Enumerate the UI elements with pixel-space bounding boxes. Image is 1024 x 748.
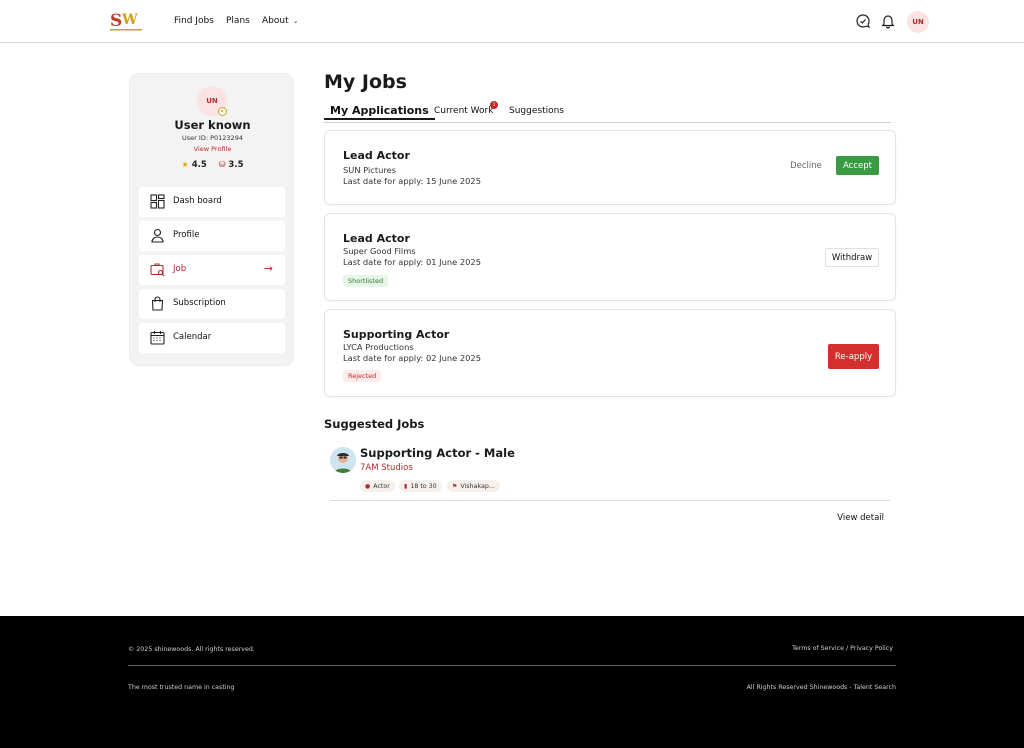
sidebar-item-subscription[interactable]: Subscription: [139, 289, 285, 319]
svg-text:S: S: [110, 11, 122, 31]
score-value: 3.5: [228, 160, 244, 170]
star-icon: ★: [181, 160, 189, 169]
accept-button[interactable]: Accept: [836, 156, 879, 175]
application-card: Lead Actor SUN Pictures Last date for ap…: [324, 130, 896, 205]
svg-text:W: W: [121, 12, 138, 28]
profile-user-id: User ID: P0123294: [182, 134, 243, 142]
nav-plans[interactable]: Plans: [226, 16, 250, 26]
suggested-jobs-heading: Suggested Jobs: [324, 417, 425, 431]
suggested-job-role[interactable]: Supporting Actor - Male: [360, 446, 515, 460]
job-chip-location: ⚑ Vishakap...: [447, 480, 500, 492]
nav-find-jobs[interactable]: Find Jobs: [174, 16, 214, 26]
application-card: Lead Actor Super Good Films Last date fo…: [324, 213, 896, 301]
trophy-icon: ⛁: [218, 160, 226, 169]
page-title: My Jobs: [324, 71, 407, 93]
chip-label: Actor: [373, 482, 390, 490]
job-chip-age: ▮ 18 to 30: [399, 480, 442, 492]
nav-about-label: About: [262, 16, 289, 26]
application-card: Supporting Actor LYCA Productions Last d…: [324, 309, 896, 397]
footer: © 2025 shinewoods. All rights reserved. …: [0, 616, 1024, 748]
job-company: Super Good Films: [343, 246, 416, 256]
footer-divider: [128, 665, 896, 666]
sidebar-item-dashboard[interactable]: Dash board: [139, 187, 285, 217]
arrow-right-icon: →: [263, 262, 273, 275]
job-role: Supporting Actor: [343, 328, 450, 341]
chevron-down-icon: ⌄: [292, 17, 299, 25]
user-icon: [150, 228, 165, 243]
verified-badge-icon: [218, 107, 227, 116]
reapply-button[interactable]: Re-apply: [828, 344, 879, 369]
calendar-icon: [150, 330, 165, 345]
status-badge: Shortlisted: [343, 275, 389, 287]
sidebar: UN User known User ID: P0123294 View Pro…: [129, 73, 294, 366]
sidebar-item-calendar[interactable]: Calendar: [139, 323, 285, 353]
tab-suggestions[interactable]: Suggestions: [509, 106, 564, 116]
chat-icon[interactable]: [855, 13, 871, 29]
tab-bar: My Applications Current Work 1 Suggestio…: [324, 101, 891, 123]
decline-button[interactable]: Decline: [783, 156, 829, 175]
location-pin-icon: ⚑: [452, 482, 458, 490]
notification-count-badge: 1: [490, 101, 498, 109]
footer-rights: All Rights Reserved Shinewoods - Talent …: [746, 684, 896, 691]
sidebar-item-label: Dash board: [173, 196, 222, 206]
job-last-date: Last date for apply: 15 June 2025: [343, 176, 481, 186]
job-search-icon: [150, 262, 165, 277]
shopping-bag-icon: [150, 296, 165, 311]
profile-ratings: ★ 4.5 ⛁ 3.5: [130, 160, 295, 170]
tab-my-applications[interactable]: My Applications: [324, 104, 435, 120]
rating-value: 4.5: [191, 160, 207, 170]
job-role: Lead Actor: [343, 149, 410, 162]
footer-links[interactable]: Terms of Service / Privacy Policy: [792, 645, 893, 652]
bar-chart-icon: ▮: [404, 482, 408, 490]
footer-copyright: © 2025 shinewoods. All rights reserved.: [128, 646, 255, 653]
profile-name: User known: [174, 118, 251, 132]
job-chip-category: ● Actor: [360, 480, 395, 492]
chip-label: Vishakap...: [460, 482, 495, 490]
sidebar-item-profile[interactable]: Profile: [139, 221, 285, 251]
brand-logo[interactable]: S W: [108, 9, 148, 33]
job-last-date: Last date for apply: 01 June 2025: [343, 257, 481, 267]
job-last-date: Last date for apply: 02 June 2025: [343, 353, 481, 363]
tab-current-work[interactable]: Current Work: [434, 106, 493, 116]
sidebar-item-label: Subscription: [173, 298, 226, 308]
withdraw-button[interactable]: Withdraw: [825, 248, 879, 267]
sidebar-item-label: Calendar: [173, 332, 212, 342]
nav-about[interactable]: About ⌄: [262, 16, 298, 26]
view-detail-link[interactable]: View detail: [837, 513, 884, 523]
job-company: LYCA Productions: [343, 342, 414, 352]
footer-tagline: The most trusted name in casting: [128, 684, 235, 691]
top-navbar: S W Find Jobs Plans About ⌄ UN: [0, 0, 1024, 43]
suggested-job-card: Supporting Actor - Male 7AM Studios ● Act…: [324, 440, 896, 532]
suggested-job-company: 7AM Studios: [360, 463, 413, 473]
job-role: Lead Actor: [343, 232, 410, 245]
job-company: SUN Pictures: [343, 165, 397, 175]
divider: [330, 500, 890, 501]
sidebar-item-label: Job: [173, 264, 187, 274]
person-icon: ●: [365, 482, 371, 490]
chip-label: 18 to 30: [410, 482, 437, 490]
status-badge: Rejected: [343, 370, 382, 382]
sidebar-item-job[interactable]: Job →: [139, 255, 285, 285]
user-avatar[interactable]: UN: [907, 11, 929, 33]
view-profile-link[interactable]: View Profile: [130, 145, 295, 153]
bell-icon[interactable]: [880, 13, 896, 29]
company-avatar: [330, 447, 356, 473]
dashboard-icon: [150, 194, 165, 209]
sidebar-item-label: Profile: [173, 230, 200, 240]
